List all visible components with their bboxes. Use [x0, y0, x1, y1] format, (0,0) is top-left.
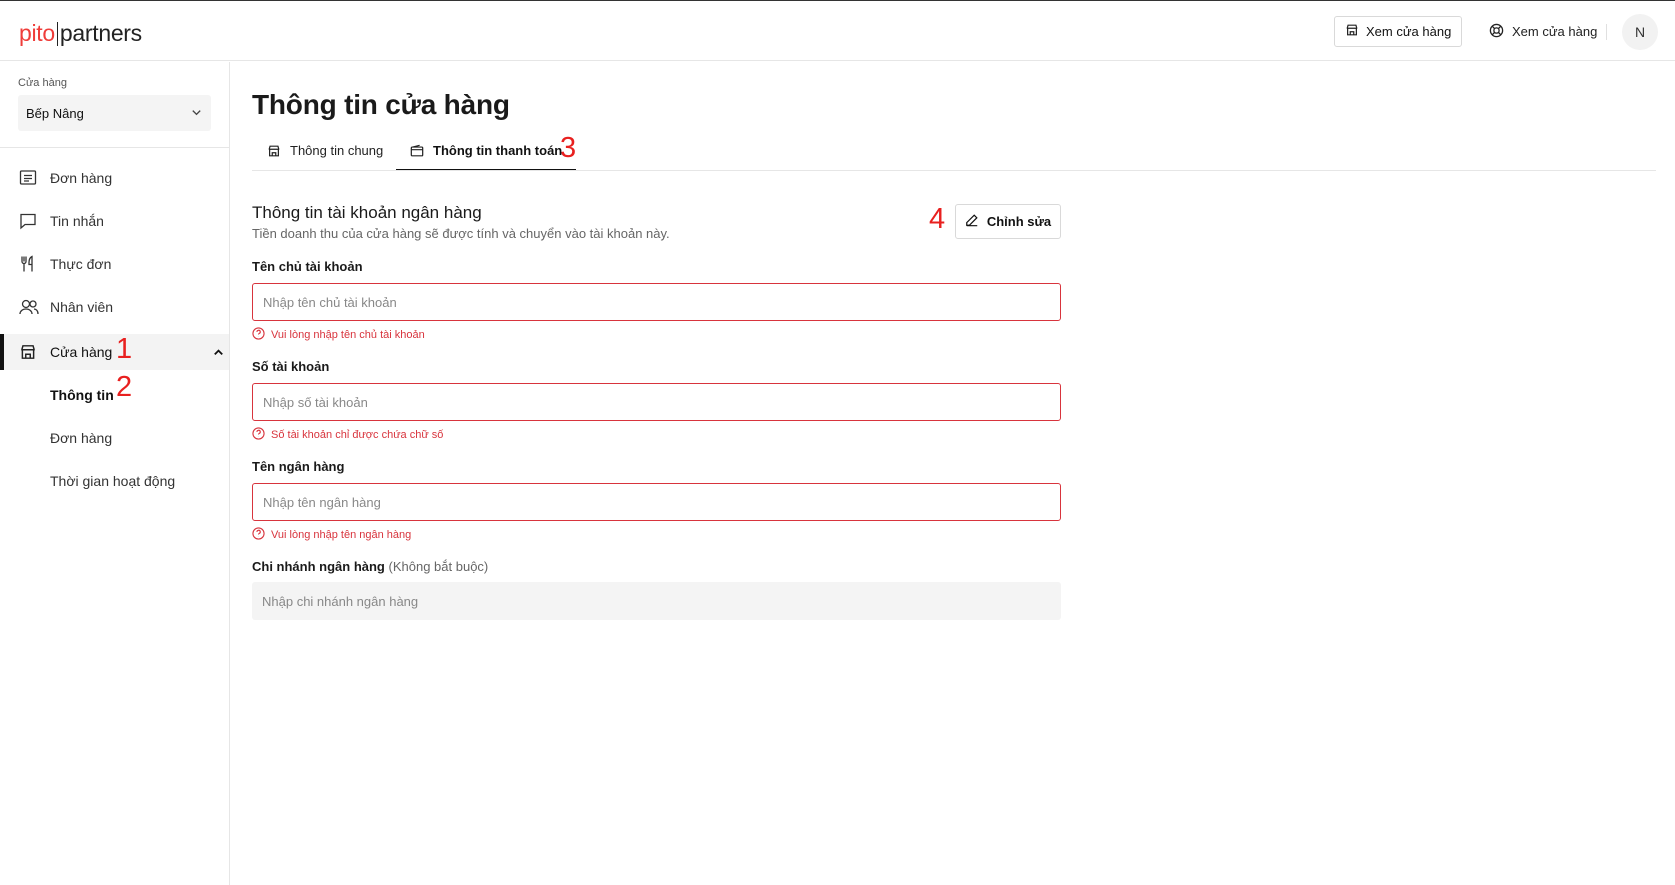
sidebar-item-orders[interactable]: Đơn hàng: [0, 160, 229, 196]
bank-branch-input[interactable]: [252, 582, 1061, 620]
account-number-input[interactable]: [252, 383, 1061, 421]
logo-partners: partners: [59, 20, 142, 46]
store-icon: [1345, 23, 1366, 40]
section-title: Thông tin tài khoản ngân hàng: [252, 203, 482, 222]
account-owner-label: Tên chủ tài khoản: [252, 259, 363, 274]
sidebar: Cửa hàng Bếp Nâng Đơn hàng Tin nhắn Thực…: [0, 62, 230, 885]
lifebuoy-icon: [1489, 23, 1512, 41]
bank-name-input[interactable]: [252, 483, 1061, 521]
sidebar-subitem-info[interactable]: Thông tin: [50, 387, 114, 403]
edit-button[interactable]: Chỉnh sửa: [955, 204, 1061, 239]
error-text: Vui lòng nhập tên ngân hàng: [271, 529, 412, 541]
store-select-value: Bếp Nâng: [26, 105, 84, 121]
edit-button-label: Chỉnh sửa: [986, 214, 1052, 229]
error-text: Vui lòng nhập tên chủ tài khoản: [271, 329, 425, 341]
section-subtitle: Tiền doanh thu của cửa hàng sẽ được tính…: [252, 226, 670, 241]
sidebar-item-store[interactable]: Cửa hàng: [0, 334, 229, 370]
optional-hint: (Không bắt buộc): [388, 559, 489, 574]
avatar[interactable]: N: [1622, 14, 1658, 50]
view-store-button-label: Xem cửa hàng: [1366, 24, 1452, 39]
account-number-label: Số tài khoản: [252, 359, 330, 374]
view-store-button[interactable]: Xem cửa hàng: [1334, 16, 1463, 47]
tab-payment-info[interactable]: Thông tin thanh toán: [396, 143, 577, 171]
sidebar-item-label: Tin nhắn: [50, 213, 104, 229]
account-owner-error: Vui lòng nhập tên chủ tài khoản: [252, 327, 425, 343]
sidebar-item-label: Cửa hàng: [50, 344, 113, 360]
sidebar-item-label: Thực đơn: [50, 256, 112, 272]
bank-name-error: Vui lòng nhập tên ngân hàng: [252, 527, 411, 543]
view-store-link-label: Xem cửa hàng: [1512, 24, 1598, 39]
sidebar-item-messages[interactable]: Tin nhắn: [0, 203, 229, 239]
sidebar-item-label: Nhân viên: [50, 299, 114, 315]
account-owner-input[interactable]: [252, 283, 1061, 321]
annotation-marker-4: 4: [929, 203, 946, 235]
error-text: Số tài khoản chỉ được chứa chữ số: [271, 429, 444, 441]
sidebar-subitem-orders[interactable]: Đơn hàng: [50, 430, 112, 446]
logo[interactable]: pito partners: [19, 20, 142, 47]
page-title: Thông tin cửa hàng: [252, 89, 510, 120]
tab-label: Thông tin chung: [290, 143, 384, 158]
store-icon: [267, 143, 290, 161]
header-divider: [1606, 24, 1607, 40]
store-select[interactable]: Bếp Nâng: [18, 95, 211, 131]
tab-general-info[interactable]: Thông tin chung: [267, 143, 383, 171]
annotation-marker-2: 2: [116, 371, 133, 403]
top-header: pito partners Xem cửa hàng Xem cửa hàng …: [0, 1, 1675, 61]
avatar-initial: N: [1634, 24, 1646, 40]
sidebar-subitem-hours[interactable]: Thời gian hoạt động: [50, 473, 175, 489]
store-select-label: Cửa hàng: [18, 77, 67, 89]
error-circle-icon: [252, 527, 271, 543]
tabs-divider: [252, 170, 1656, 171]
sidebar-item-menu[interactable]: Thực đơn: [0, 246, 229, 282]
chevron-down-icon: [190, 106, 203, 122]
bank-branch-label: Chi nhánh ngân hàng (Không bắt buộc): [252, 559, 488, 574]
logo-pito: pito: [19, 20, 55, 46]
bank-branch-label-text: Chi nhánh ngân hàng: [252, 559, 385, 574]
sidebar-divider: [0, 147, 229, 148]
view-store-link[interactable]: Xem cửa hàng: [1489, 16, 1597, 47]
bank-name-label: Tên ngân hàng: [252, 459, 345, 474]
tab-label: Thông tin thanh toán: [433, 143, 563, 158]
error-circle-icon: [252, 327, 271, 343]
logo-divider: [56, 21, 58, 46]
account-number-error: Số tài khoản chỉ được chứa chữ số: [252, 427, 443, 443]
sidebar-item-staff[interactable]: Nhân viên: [0, 289, 229, 325]
sidebar-item-label: Đơn hàng: [50, 170, 113, 186]
pencil-icon: [965, 213, 987, 230]
wallet-icon: [410, 143, 433, 161]
error-circle-icon: [252, 427, 271, 443]
annotation-marker-1: 1: [116, 333, 133, 365]
